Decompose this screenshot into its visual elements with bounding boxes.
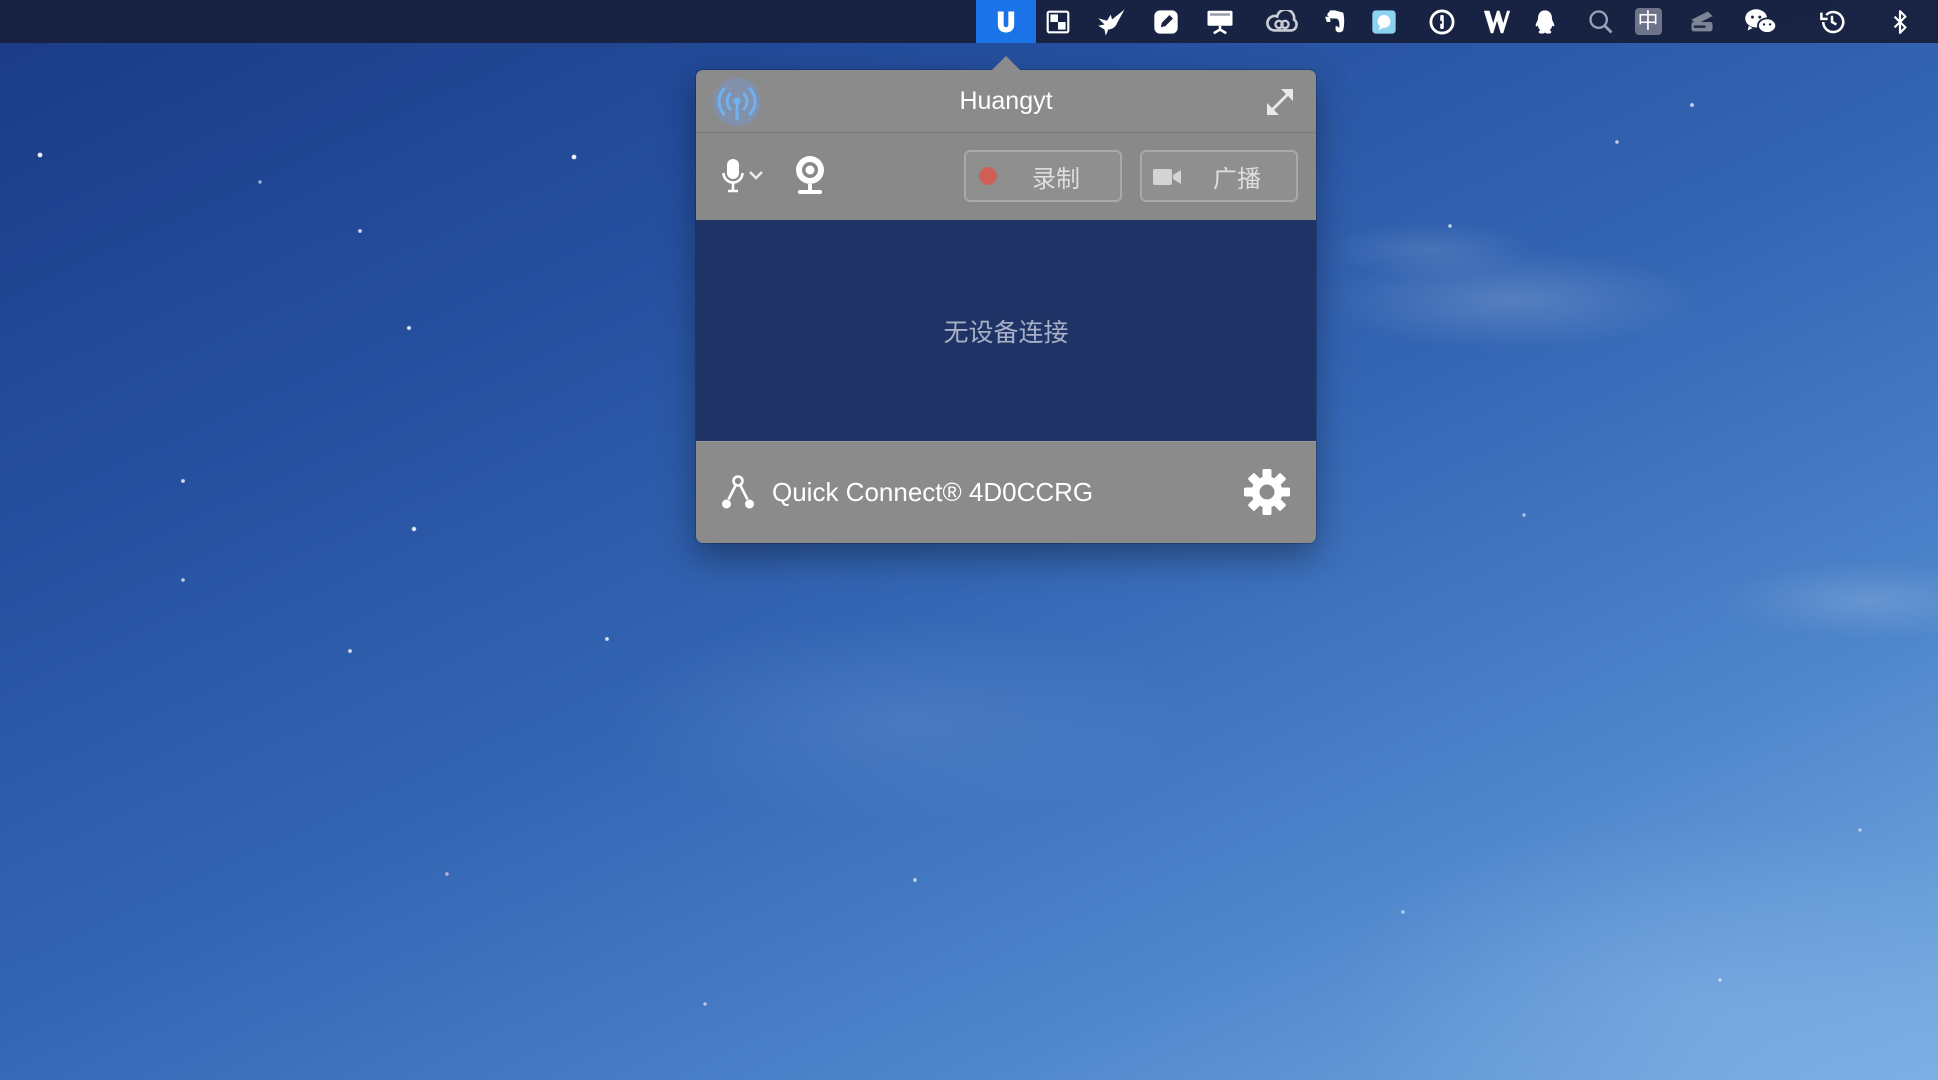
- presentation-display-icon[interactable]: [1190, 0, 1250, 43]
- menu-bar: 中: [0, 0, 1938, 43]
- bird-icon[interactable]: [1082, 0, 1142, 43]
- quick-connect-icon: [720, 474, 756, 510]
- 1password-icon[interactable]: [1412, 0, 1472, 43]
- paste-app-icon[interactable]: [976, 0, 1036, 43]
- airserver-popover: Huangyt 录制 广播 无设备连接 Quick Connect® 4D0CC…: [696, 56, 1316, 543]
- input-method-label: 中: [1634, 8, 1662, 35]
- chevron-down-icon: [748, 168, 764, 186]
- quick-connect-code: Quick Connect® 4D0CCRG: [772, 477, 1094, 507]
- wechat-icon[interactable]: [1731, 0, 1791, 43]
- device-preview-panel: 无设备连接: [696, 220, 1316, 441]
- device-name-title: Huangyt: [959, 87, 1053, 115]
- bubble-app-icon[interactable]: [1354, 0, 1414, 43]
- microphone-icon: [721, 157, 745, 198]
- popover-header: Huangyt: [696, 70, 1316, 133]
- broadcast-button-label: 广播: [1213, 165, 1261, 193]
- broadcast-button[interactable]: 广播: [1140, 150, 1298, 202]
- expand-icon[interactable]: [1265, 87, 1295, 117]
- broadcast-tower-icon[interactable]: [710, 75, 764, 129]
- popover-footer: Quick Connect® 4D0CCRG: [696, 441, 1316, 543]
- record-button[interactable]: 录制: [964, 150, 1122, 202]
- no-device-message: 无设备连接: [943, 318, 1069, 347]
- note-pencil-icon[interactable]: [1136, 0, 1196, 43]
- webcam-icon[interactable]: [793, 155, 827, 195]
- record-button-label: 录制: [1032, 165, 1080, 193]
- microphone-menu-button[interactable]: [721, 155, 764, 199]
- record-dot-icon: [979, 167, 997, 185]
- time-machine-icon[interactable]: [1802, 0, 1862, 43]
- status-menu-items: 中: [0, 0, 1938, 43]
- checkerboard-icon[interactable]: [1028, 0, 1088, 43]
- video-camera-icon: [1152, 166, 1182, 186]
- settings-gear-icon[interactable]: [1242, 467, 1292, 517]
- qq-icon[interactable]: [1515, 0, 1575, 43]
- popover-toolbar: 录制 广播: [696, 133, 1316, 220]
- scanner-icon[interactable]: [1672, 0, 1732, 43]
- popover-arrow: [992, 56, 1020, 70]
- bluetooth-icon[interactable]: [1870, 0, 1930, 43]
- creative-cloud-icon[interactable]: [1252, 0, 1312, 43]
- input-method-icon[interactable]: 中: [1618, 0, 1678, 43]
